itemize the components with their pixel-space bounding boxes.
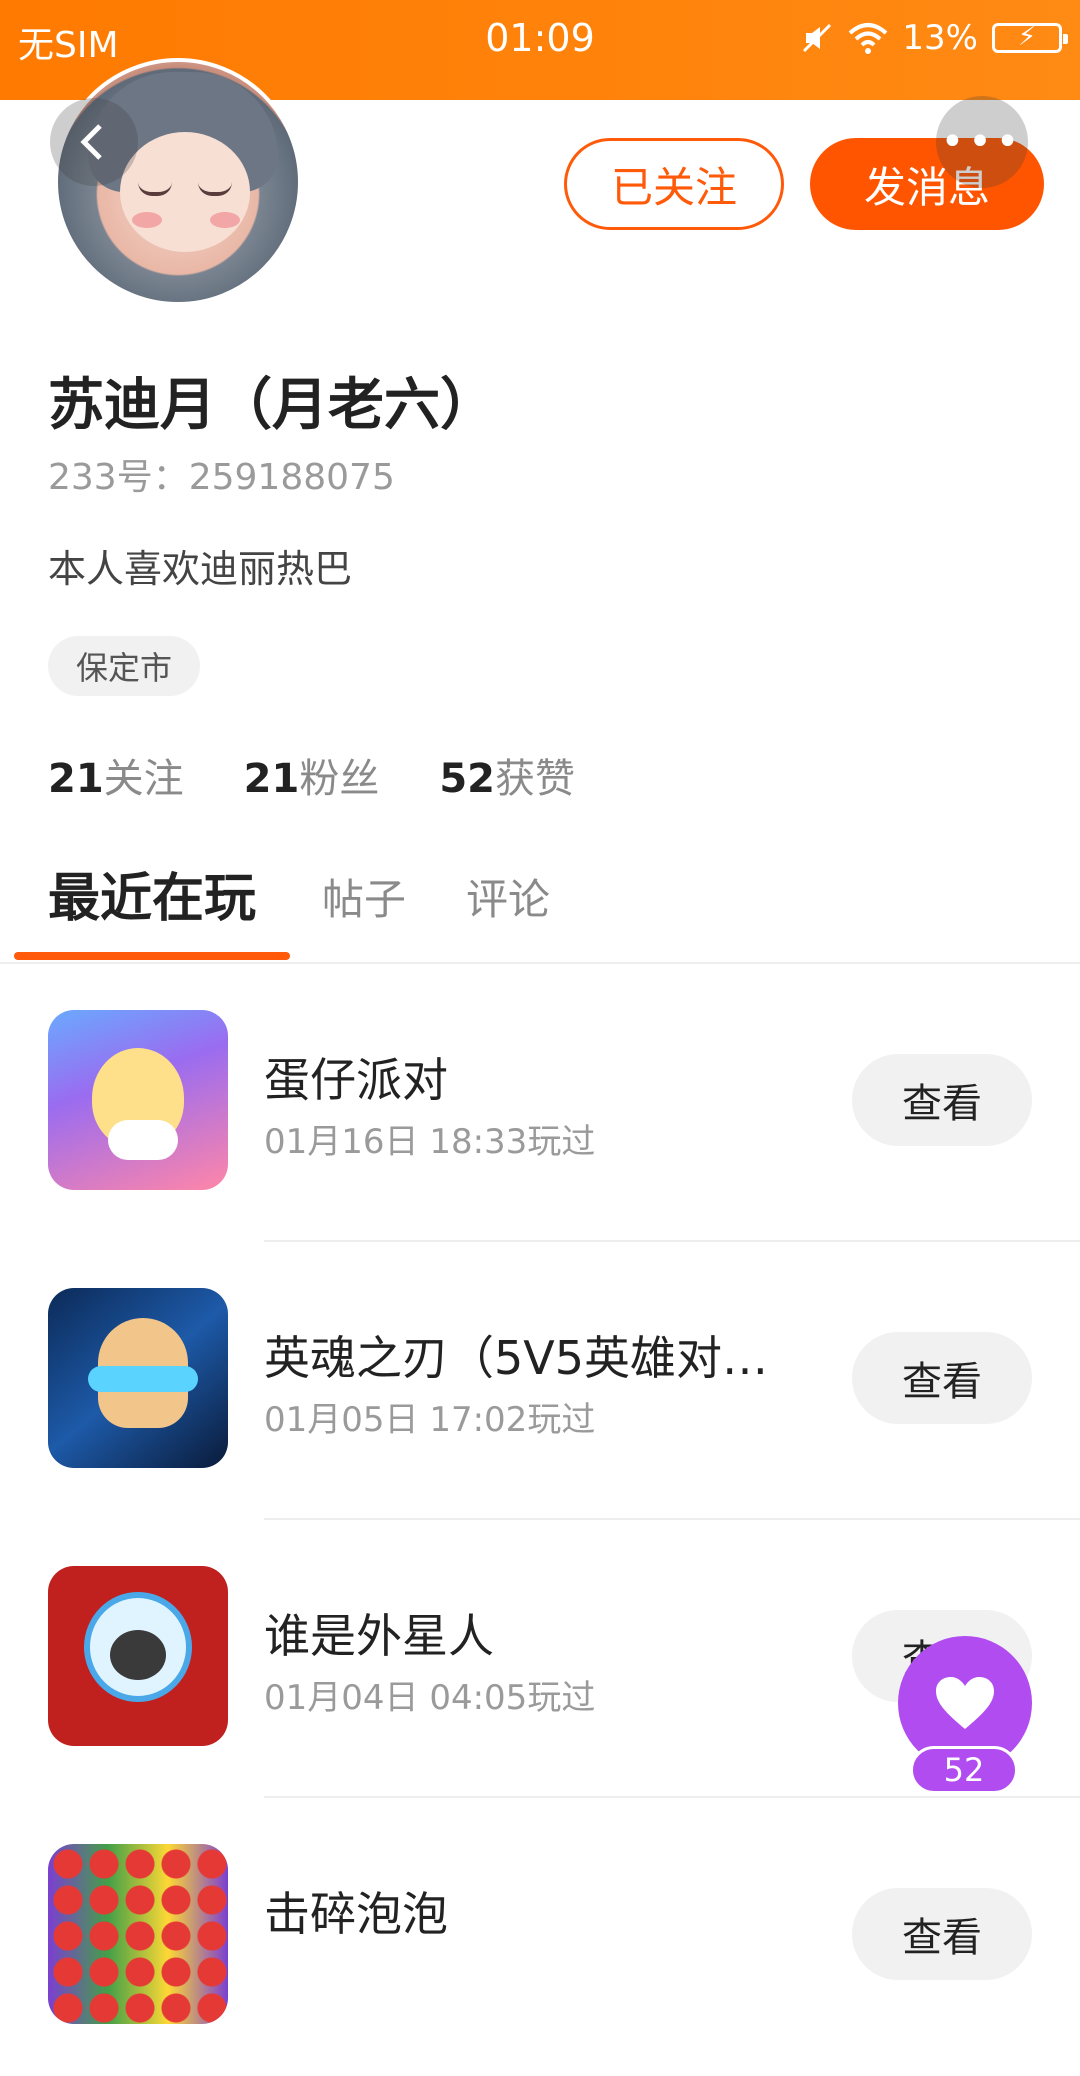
back-button[interactable] [50,98,138,186]
profile-name: 苏迪月（月老六） [48,373,496,438]
more-icon: ••• [940,119,1024,165]
location-badge: 保定市 [48,636,201,696]
profile-tabs: 最近在玩 帖子 评论 [0,856,1080,964]
profile-stats: 21关注 21粉丝 52获赞 [48,746,575,804]
mute-icon [800,21,834,55]
wifi-icon [848,21,888,55]
game-played-time: 01月05日 17:02玩过 [264,1400,596,1440]
heart-icon [936,1677,994,1729]
battery-icon: ⚡ [992,22,1068,53]
battery-percent: 13% [902,18,978,58]
bubble-game-icon [48,1844,228,2024]
profile-bio: 本人喜欢迪丽热巴 [48,547,353,591]
game-played-time: 01月16日 18:33玩过 [264,1122,596,1162]
followers-count[interactable]: 21粉丝 [244,746,380,804]
game-title: 击碎泡泡 [264,1887,448,1941]
alien-game-icon [48,1566,228,1746]
game-title: 英魂之刃（5V5英雄对… [264,1331,769,1385]
view-button[interactable]: 查看 [852,1332,1032,1424]
list-item[interactable]: 击碎泡泡 查看 [0,1798,1080,2076]
tab-comments[interactable]: 评论 [466,866,550,927]
followed-button[interactable]: 已关注 [564,138,784,230]
list-item[interactable]: 英魂之刃（5V5英雄对… 01月05日 17:02玩过 查看 [0,1242,1080,1520]
soul-blade-icon [48,1288,228,1468]
game-title: 谁是外星人 [264,1609,494,1663]
view-button[interactable]: 查看 [852,1888,1032,1980]
tab-recent-play[interactable]: 最近在玩 [48,856,256,931]
recent-games-list: 蛋仔派对 01月16日 18:33玩过 查看 英魂之刃（5V5英雄对… 01月0… [0,964,1080,2076]
list-item[interactable]: 蛋仔派对 01月16日 18:33玩过 查看 [0,964,1080,1242]
back-icon [80,124,102,160]
likes-count: 52获赞 [439,756,576,802]
tab-posts[interactable]: 帖子 [322,866,406,927]
profile-uid: 233号：259188075 [48,457,395,498]
more-button[interactable]: ••• [936,96,1028,188]
game-played-time: 01月04日 04:05玩过 [264,1678,596,1718]
tab-active-indicator [14,952,290,960]
egg-party-icon [48,1010,228,1190]
like-count-badge: 52 [910,1746,1018,1794]
view-button[interactable]: 查看 [852,1054,1032,1146]
following-count[interactable]: 21关注 [48,746,184,804]
game-title: 蛋仔派对 [264,1053,448,1107]
status-icons: 13% ⚡ [800,14,1068,62]
